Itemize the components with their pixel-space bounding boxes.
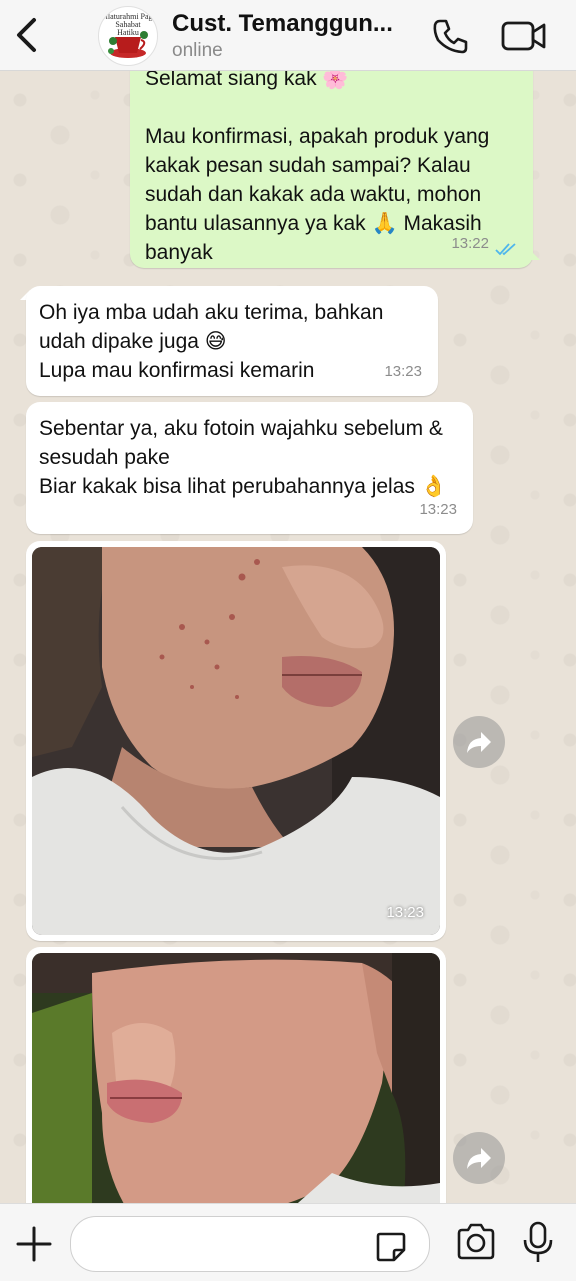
sticker-button[interactable]: [374, 1230, 408, 1264]
message-time: 13:22: [451, 235, 489, 252]
camera-icon: [457, 1223, 495, 1260]
contact-status: online: [172, 40, 223, 61]
message-composer: [0, 1203, 576, 1281]
message-time: 13:23: [419, 501, 457, 518]
chat-header: Silaturahmi Pagi Sahabat Hatiku Cust. Te…: [0, 0, 576, 71]
incoming-message-bubble[interactable]: Sebentar ya, aku fotoin wajahku sebelum …: [26, 402, 473, 534]
forward-icon: [467, 732, 491, 753]
video-call-button[interactable]: [500, 18, 548, 54]
forward-button[interactable]: [453, 1132, 505, 1184]
read-receipt-icon: [495, 243, 516, 256]
message-time: 13:23: [386, 904, 424, 921]
incoming-photo-message[interactable]: 13:23: [26, 541, 446, 941]
contact-avatar[interactable]: Silaturahmi Pagi Sahabat Hatiku: [98, 6, 158, 66]
bubble-tail: [530, 250, 540, 260]
message-time: 13:23: [384, 363, 422, 380]
incoming-photo-message[interactable]: [26, 947, 446, 1217]
back-arrow-icon: [17, 18, 36, 52]
contact-name[interactable]: Cust. Temanggun...: [172, 10, 422, 38]
voice-call-button[interactable]: [430, 16, 470, 56]
back-button[interactable]: [10, 14, 44, 56]
photo-after[interactable]: [32, 953, 440, 1217]
message-text: Oh iya mba udah aku terima, bahkan udah …: [39, 301, 384, 382]
forward-icon: [467, 1148, 491, 1169]
sticker-icon: [376, 1232, 406, 1262]
microphone-icon: [523, 1221, 553, 1262]
video-camera-icon: [501, 21, 546, 51]
outgoing-message-bubble[interactable]: Selamat siang kak 🌸 Mau konfirmasi, apak…: [130, 40, 533, 268]
teacup-logo-icon: [108, 31, 148, 58]
plus-icon: [16, 1226, 52, 1262]
message-text: Sebentar ya, aku fotoin wajahku sebelum …: [39, 417, 447, 498]
incoming-message-bubble[interactable]: Oh iya mba udah aku terima, bahkan udah …: [26, 286, 438, 396]
attach-button[interactable]: [14, 1224, 54, 1264]
forward-button[interactable]: [453, 716, 505, 768]
photo-before[interactable]: 13:23: [32, 547, 440, 935]
camera-button[interactable]: [454, 1222, 498, 1262]
phone-icon: [433, 19, 468, 54]
voice-message-button[interactable]: [520, 1220, 556, 1266]
